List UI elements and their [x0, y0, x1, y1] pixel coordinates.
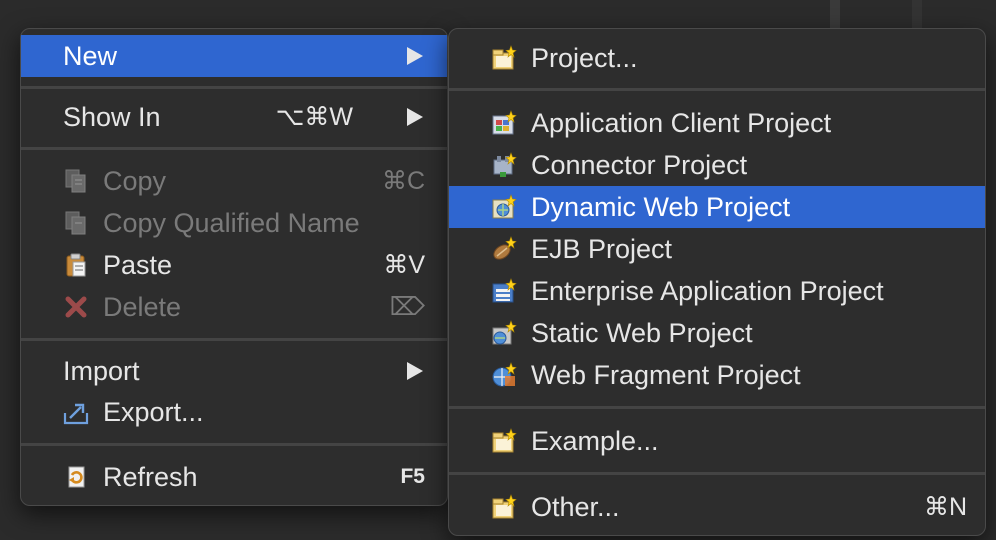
submenu-item-enterprise-application-project[interactable]: Enterprise Application Project — [449, 270, 985, 312]
menu-item-label: Refresh — [103, 462, 198, 492]
menu-separator — [21, 147, 447, 150]
menu-item-new[interactable]: New — [21, 35, 447, 77]
menu-separator — [21, 443, 447, 446]
menu-separator — [449, 88, 985, 91]
submenu-item-label: EJB Project — [531, 234, 673, 264]
other-icon — [491, 494, 517, 520]
menu-item-copy[interactable]: Copy ⌘C — [21, 160, 447, 202]
menu-item-import[interactable]: Import — [21, 350, 447, 392]
refresh-icon — [63, 464, 89, 490]
submenu-item-label: Project... — [531, 43, 638, 73]
delete-icon — [63, 294, 89, 320]
menu-item-label: Delete — [103, 292, 182, 322]
paste-icon — [63, 252, 89, 278]
menu-item-label: Copy — [103, 166, 167, 196]
menu-item-copy-qualified-name[interactable]: Copy Qualified Name — [21, 202, 447, 244]
submenu-item-shortcut: ⌘N — [923, 493, 967, 521]
menu-item-shortcut: ⌘V — [383, 251, 425, 279]
background-panel-edge — [912, 0, 922, 30]
submenu-item-connector-project[interactable]: Connector Project — [449, 144, 985, 186]
menu-item-label: Export... — [103, 397, 204, 427]
export-icon — [63, 399, 89, 425]
submenu-item-project[interactable]: Project... — [449, 37, 985, 79]
enterprise-application-project-icon — [491, 278, 517, 304]
submenu-item-label: Dynamic Web Project — [531, 192, 791, 222]
menu-item-label: Paste — [103, 250, 173, 280]
submenu-item-example[interactable]: Example... — [449, 420, 985, 462]
submenu-item-ejb-project[interactable]: EJB Project — [449, 228, 985, 270]
static-web-project-icon — [491, 320, 517, 346]
menu-separator — [21, 86, 447, 89]
submenu-item-label: Application Client Project — [531, 108, 832, 138]
submenu-item-label: Other... — [531, 492, 620, 522]
menu-item-shortcut: F5 — [400, 465, 425, 488]
submenu-item-label: Connector Project — [531, 150, 748, 180]
dynamic-web-project-icon — [491, 194, 517, 220]
menu-item-show-in[interactable]: Show In ⌥⌘W — [21, 96, 447, 138]
menu-separator — [449, 472, 985, 475]
menu-item-export[interactable]: Export... — [21, 391, 447, 433]
submenu-item-web-fragment-project[interactable]: Web Fragment Project — [449, 354, 985, 396]
application-client-project-icon — [491, 110, 517, 136]
menu-item-label: Show In — [63, 102, 161, 132]
menu-item-shortcut: ⌥⌘W — [275, 103, 353, 131]
menu-separator — [449, 406, 985, 409]
menu-item-label: Import — [63, 356, 140, 386]
new-submenu: Project... Application Client Project Co… — [448, 28, 986, 536]
menu-item-label: Copy Qualified Name — [103, 208, 360, 238]
context-menu: New Show In ⌥⌘W Copy ⌘C Copy Qualified N… — [20, 28, 448, 506]
ejb-project-icon — [491, 236, 517, 262]
menu-item-refresh[interactable]: Refresh F5 — [21, 456, 447, 498]
copy-qualified-name-icon — [63, 210, 89, 236]
menu-item-paste[interactable]: Paste ⌘V — [21, 244, 447, 286]
submenu-item-static-web-project[interactable]: Static Web Project — [449, 312, 985, 354]
menu-item-label: New — [63, 41, 118, 71]
submenu-item-application-client-project[interactable]: Application Client Project — [449, 102, 985, 144]
menu-item-shortcut: ⌘C — [381, 167, 425, 195]
menu-item-shortcut: ⌦ — [389, 293, 425, 321]
background-panel-edge — [830, 0, 840, 30]
submenu-item-label: Example... — [531, 426, 659, 456]
connector-project-icon — [491, 152, 517, 178]
submenu-arrow-icon — [407, 362, 423, 380]
menu-item-delete[interactable]: Delete ⌦ — [21, 286, 447, 328]
submenu-item-label: Enterprise Application Project — [531, 276, 884, 306]
submenu-item-dynamic-web-project[interactable]: Dynamic Web Project — [449, 186, 985, 228]
submenu-arrow-icon — [407, 108, 423, 126]
submenu-item-label: Static Web Project — [531, 318, 753, 348]
new-project-icon — [491, 45, 517, 71]
example-icon — [491, 428, 517, 454]
submenu-arrow-icon — [407, 47, 423, 65]
menu-separator — [21, 338, 447, 341]
submenu-item-other[interactable]: Other... ⌘N — [449, 486, 985, 528]
submenu-item-label: Web Fragment Project — [531, 360, 801, 390]
web-fragment-project-icon — [491, 362, 517, 388]
copy-icon — [63, 168, 89, 194]
